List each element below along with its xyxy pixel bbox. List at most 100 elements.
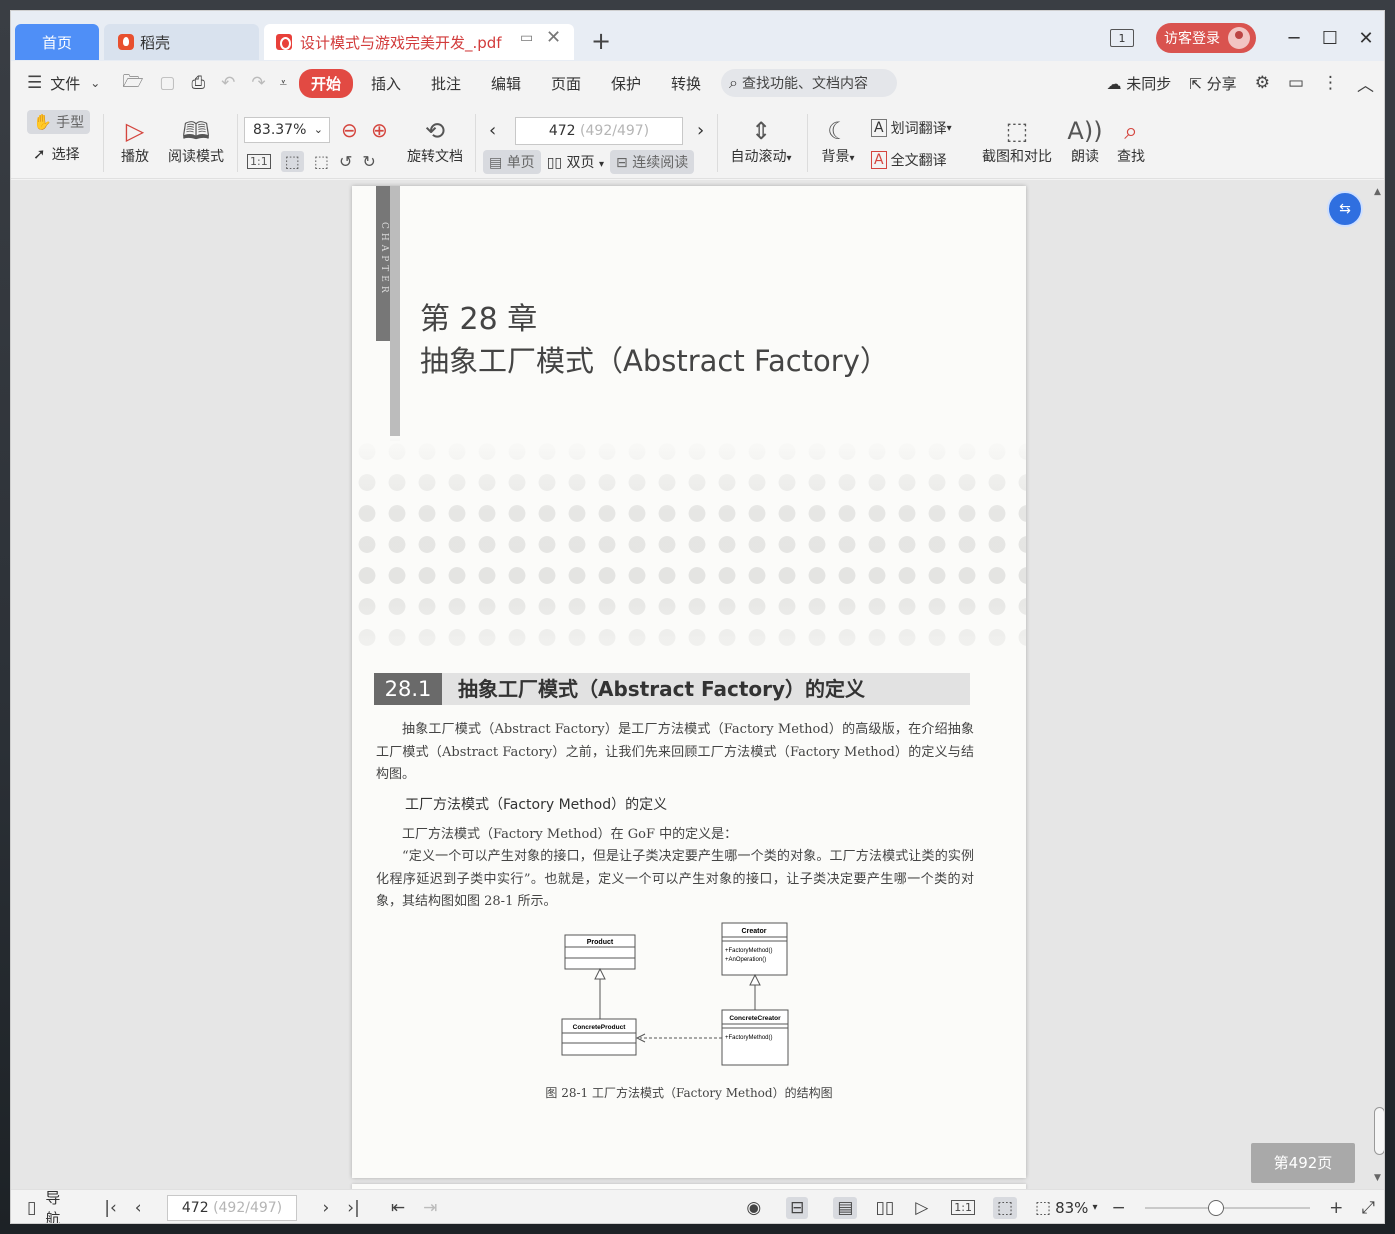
undo-icon[interactable]: ↶ [221,73,235,93]
zoom-slider[interactable] [1144,1199,1311,1216]
open-folder-icon[interactable]: 🗁 [122,69,143,98]
zoom-out-icon[interactable]: − [1111,1198,1125,1218]
play-icon[interactable]: ▷ [915,1198,928,1218]
close-window-icon[interactable]: ✕ [1348,28,1384,49]
search-input[interactable]: ⌕ 查找功能、文档内容 [721,69,898,97]
redo-icon[interactable]: ↷ [251,73,265,93]
play-label: 播放 [121,149,149,165]
first-page-icon[interactable]: |‹ [104,1198,117,1218]
next-page-icon[interactable]: › [322,1198,329,1218]
continuous-view-icon[interactable]: ⊟ [786,1196,809,1219]
minimize-icon[interactable]: ─ [1276,28,1312,49]
actual-size-icon[interactable]: 1:1 [951,1200,975,1215]
visitor-login-button[interactable]: 访客登录 [1156,23,1256,53]
fit-page-icon[interactable]: ⬚ [280,151,304,172]
status-zoom-value[interactable]: 83% [1055,1199,1088,1217]
close-tab-icon[interactable]: ✕ [546,27,561,48]
double-page-label: 双页 [566,155,595,171]
chevron-down-icon: ⌄ [313,123,323,136]
sync-button[interactable]: ☁ 未同步 [1107,73,1172,94]
quick-access-dropdown-icon[interactable]: ⩡ [280,76,287,91]
prev-page-icon[interactable]: ‹ [489,120,496,141]
tab-home[interactable]: 首页 [15,24,99,60]
page-count-icon[interactable]: 1 [1110,29,1134,47]
nav-button[interactable]: 导航 [45,1187,74,1224]
rotate-document-button[interactable]: ⟲ 旋转文档 [403,116,467,166]
share-button[interactable]: ⇱ 分享 [1189,73,1236,94]
float-convert-icon[interactable]: ⇆ [1327,191,1363,227]
screenshot-compare-button[interactable]: ⬚ 截图和对比 [977,116,1057,166]
actual-size-icon[interactable]: 1:1 [247,154,271,169]
prev-page-icon[interactable]: ‹ [135,1198,142,1218]
menu-annotate[interactable]: 批注 [421,73,471,94]
full-translate-icon: A [871,151,887,169]
zoom-out-icon[interactable]: ⊖ [341,118,358,142]
book-icon: 🕮 [181,117,211,145]
continuous-read-button[interactable]: ⊟ 连续阅读 [610,150,695,174]
single-page-button[interactable]: ▤ 单页 [483,150,541,174]
hand-tool[interactable]: ✋ 手型 [27,110,91,134]
section-title: 抽象工厂模式（Abstract Factory）的定义 [458,677,866,701]
eye-care-icon[interactable]: ◉ [746,1198,761,1218]
settings-gear-icon[interactable]: ⚙ [1255,73,1270,93]
double-page-view-icon[interactable]: ▯▯ [875,1198,894,1218]
print-icon[interactable]: ⎙ [191,73,205,93]
zoom-in-icon[interactable]: ⊕ [371,118,388,142]
menu-convert[interactable]: 转换 [661,73,711,94]
zoom-select[interactable]: 83.37% ⌄ [244,117,330,143]
menu-protect[interactable]: 保护 [601,73,651,94]
menu-edit[interactable]: 编辑 [481,73,531,94]
rotate-left-icon[interactable]: ↺ [339,152,352,171]
next-page-icon[interactable]: › [697,120,704,141]
find-button[interactable]: ⌕ 查找 [1113,116,1149,166]
new-tab-icon[interactable]: + [591,27,611,55]
hamburger-icon[interactable]: ☰ [27,73,42,93]
zoom-slider-knob[interactable] [1207,1199,1224,1216]
menu-file[interactable]: 文件 [42,73,90,94]
nav-panel-icon[interactable]: ▯ [27,1198,36,1218]
comment-icon[interactable]: ▭ [1288,73,1304,93]
auto-scroll-button[interactable]: ⇕ 自动滚动▾ [723,116,799,166]
word-translate-button[interactable]: A 划词翻译 ▾ [871,118,952,138]
uml-concrete-creator: ConcreteCreator +FactoryMethod() [721,1009,789,1066]
select-tool[interactable]: ➚ 选择 [33,144,80,164]
menu-insert[interactable]: 插入 [361,73,411,94]
vertical-scrollbar[interactable]: ▲ ▼ [1372,187,1384,1187]
more-vertical-icon[interactable]: ⋮ [1322,73,1339,93]
menu-page[interactable]: 页面 [541,73,591,94]
fit-page-icon[interactable]: ⬚ [992,1196,1018,1219]
full-translate-button[interactable]: A 全文翻译 [871,150,947,170]
rotate-right-icon[interactable]: ↻ [362,152,375,171]
back-icon[interactable]: ⇤ [391,1198,405,1218]
double-page-button[interactable]: ▯▯ 双页 ▾ [547,152,604,172]
scroll-down-icon[interactable]: ▼ [1374,1173,1381,1183]
single-page-view-icon[interactable]: ▤ [833,1196,858,1219]
page-number-input[interactable]: 472 (492/497) [515,117,683,145]
save-icon[interactable]: ▢ [159,73,175,93]
scrollbar-thumb[interactable] [1374,1107,1384,1155]
cloud-icon: ☁ [1106,74,1122,93]
fit-width-icon[interactable]: ⬚ [314,152,329,171]
play-button[interactable]: ▷ 播放 [115,116,155,166]
share-label: 分享 [1206,74,1237,93]
monitor-icon[interactable]: ▭ [520,30,533,46]
document-viewport[interactable]: CHAPTER 第 28 章 抽象工厂模式（Abstract Factory） … [11,180,1384,1190]
read-aloud-button[interactable]: A)) 朗读 [1067,116,1103,166]
tab-document-label: 设计模式与游戏完美开发_.pdf [300,33,502,52]
fullscreen-icon[interactable]: ⤢ [1361,1198,1375,1218]
tab-daoke[interactable]: 稻壳 [104,24,259,60]
menu-start[interactable]: 开始 [298,68,353,98]
fit-width-icon[interactable]: ⬚ [1035,1198,1051,1218]
scroll-up-icon[interactable]: ▲ [1374,187,1381,197]
tab-document[interactable]: 设计模式与游戏完美开发_.pdf ▭ ✕ [264,24,574,60]
chevron-down-icon[interactable]: ▾ [1092,1202,1097,1213]
background-button[interactable]: ☾ 背景▾ [815,116,861,166]
status-page-input[interactable]: 472 (492/497) [166,1194,298,1221]
zoom-in-icon[interactable]: + [1329,1198,1343,1218]
forward-icon[interactable]: ⇥ [423,1198,437,1218]
chevron-down-icon[interactable]: ⌄ [90,76,100,90]
maximize-icon[interactable]: ☐ [1312,28,1348,49]
read-mode-button[interactable]: 🕮 阅读模式 [163,116,229,166]
collapse-ribbon-icon[interactable]: ︿ [1357,71,1374,96]
last-page-icon[interactable]: ›| [347,1198,360,1218]
